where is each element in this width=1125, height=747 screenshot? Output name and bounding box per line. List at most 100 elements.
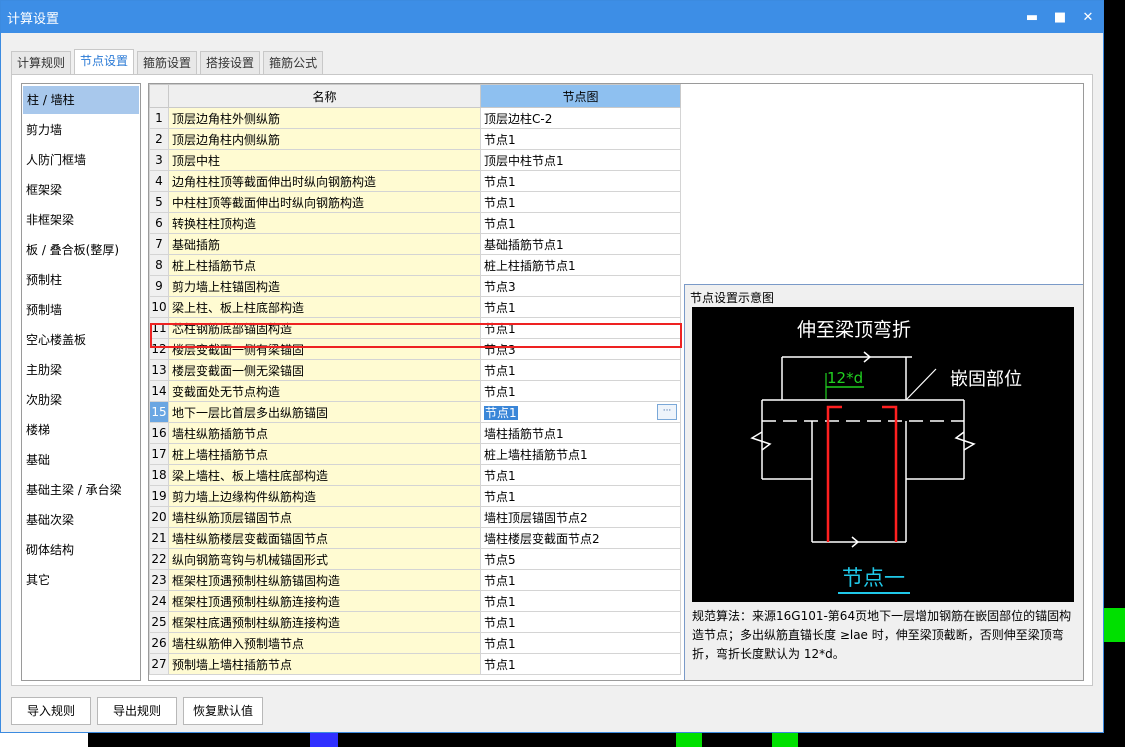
row-node-value[interactable]: 节点5: [480, 548, 681, 570]
table-row[interactable]: 10 梁上柱、板上柱底部构造 节点1: [149, 296, 681, 318]
tab-node-settings[interactable]: 节点设置: [74, 49, 135, 75]
table-row[interactable]: 4 边角柱柱顶等截面伸出时纵向钢筋构造 节点1: [149, 170, 681, 192]
row-node-value[interactable]: 节点1: [480, 611, 681, 633]
component-type-list[interactable]: 柱 / 墙柱 剪力墙 人防门框墙 框架梁 非框架梁板 / 叠合板(整厚) 预制柱 预制墙 空心…: [21, 83, 141, 681]
maximize-icon[interactable]: ■: [1053, 10, 1067, 25]
table-row[interactable]: 5 中柱柱顶等截面伸出时纵向钢筋构造 节点1: [149, 191, 681, 213]
row-number: 1: [149, 107, 169, 129]
row-number: 2: [149, 128, 169, 150]
sidebar-item[interactable]: 砌体结构: [22, 536, 140, 564]
table-row[interactable]: 25 框架柱底遇预制柱纵筋连接构造 节点1: [149, 611, 681, 633]
table-row[interactable]: 12 楼层变截面一侧有梁锚固 节点3: [149, 338, 681, 360]
row-name: 楼层变截面一侧有梁锚固: [168, 338, 481, 360]
sidebar-item[interactable]: 其它: [22, 566, 140, 594]
sidebar-item[interactable]: 楼梯: [22, 416, 140, 444]
row-node-value[interactable]: 节点1: [480, 212, 681, 234]
sidebar-item[interactable]: 非框架梁: [22, 206, 140, 234]
row-node-value[interactable]: 节点1: [480, 653, 681, 675]
table-row[interactable]: 8 桩上柱插筋节点 桩上柱插筋节点1: [149, 254, 681, 276]
sidebar-item[interactable]: 预制柱: [22, 266, 140, 294]
row-node-value[interactable]: 节点1: [480, 590, 681, 612]
table-row[interactable]: 7 基础插筋 基础插筋节点1: [149, 233, 681, 255]
table-row[interactable]: 11 芯柱钢筋底部锚固构造 节点1: [149, 317, 681, 339]
table-row[interactable]: 15 地下一层比首层多出纵筋锚固 节点1 ···: [149, 401, 681, 423]
row-node-value[interactable]: 桩上柱插筋节点1: [480, 254, 681, 276]
diagram-column-header[interactable]: 节点图: [480, 84, 681, 108]
row-node-value[interactable]: 基础插筋节点1: [480, 233, 681, 255]
sidebar-item[interactable]: 次肋梁: [22, 386, 140, 414]
tab-stirrup-settings[interactable]: 箍筋设置: [137, 51, 198, 75]
row-node-value[interactable]: 节点1: [480, 191, 681, 213]
table-row[interactable]: 22 纵向钢筋弯钩与机械锚固形式 节点5: [149, 548, 681, 570]
selected-node-value[interactable]: 节点1: [484, 405, 518, 420]
row-node-value[interactable]: 节点1: [480, 128, 681, 150]
row-number: 24: [149, 590, 169, 612]
row-node-value[interactable]: 节点1 ···: [480, 401, 681, 423]
table-row[interactable]: 18 梁上墙柱、板上墙柱底部构造 节点1: [149, 464, 681, 486]
node-settings-grid[interactable]: 名称 节点图 1 顶层边角柱外侧纵筋 顶层边柱C-2 2 顶层边角柱内侧纵筋 节点1 3 顶层…: [148, 83, 1084, 681]
sidebar-item[interactable]: 剪力墙: [22, 116, 140, 144]
row-node-value[interactable]: 墙柱插筋节点1: [480, 422, 681, 444]
tab-lap-settings[interactable]: 搭接设置: [200, 51, 261, 75]
sidebar-item[interactable]: 基础: [22, 446, 140, 474]
restore-defaults-button[interactable]: 恢复默认值: [183, 697, 263, 725]
sidebar-item[interactable]: 主肋梁: [22, 356, 140, 384]
row-node-value[interactable]: 桩上墙柱插筋节点1: [480, 443, 681, 465]
row-node-value[interactable]: 节点1: [480, 464, 681, 486]
table-row[interactable]: 3 顶层中柱 顶层中柱节点1: [149, 149, 681, 171]
row-name: 框架柱顶遇预制柱纵筋连接构造: [168, 590, 481, 612]
export-rules-button[interactable]: 导出规则: [97, 697, 177, 725]
row-node-value[interactable]: 节点1: [480, 317, 681, 339]
ellipsis-button[interactable]: ···: [657, 404, 677, 420]
node-table: 名称 节点图 1 顶层边角柱外侧纵筋 顶层边柱C-2 2 顶层边角柱内侧纵筋 节点1 3 顶层…: [149, 84, 681, 675]
tab-calc-rules[interactable]: 计算规则: [11, 51, 72, 75]
row-node-value[interactable]: 节点1: [480, 485, 681, 507]
row-node-value[interactable]: 节点1: [480, 380, 681, 402]
row-node-value[interactable]: 顶层边柱C-2: [480, 107, 681, 129]
close-icon[interactable]: ✕: [1081, 10, 1095, 25]
row-node-value[interactable]: 节点1: [480, 632, 681, 654]
row-node-value[interactable]: 节点1: [480, 296, 681, 318]
title-bar[interactable]: 计算设置 ▬ ■ ✕: [1, 1, 1103, 33]
node-diagram-panel: 节点设置示意图 伸至梁顶弯折 12*d 嵌固部位 节点一 规范算法：来源16G1…: [684, 284, 1083, 680]
row-number: 12: [149, 338, 169, 360]
node-settings-panel: 柱 / 墙柱 剪力墙 人防门框墙 框架梁 非框架梁板 / 叠合板(整厚) 预制柱 预制墙 空心…: [11, 74, 1093, 686]
minimize-icon[interactable]: ▬: [1025, 10, 1039, 25]
sidebar-item[interactable]: 空心楼盖板: [22, 326, 140, 354]
row-node-value[interactable]: 节点1: [480, 569, 681, 591]
row-number: 20: [149, 506, 169, 528]
row-node-value[interactable]: 节点1: [480, 359, 681, 381]
row-node-value[interactable]: 墙柱楼层变截面节点2: [480, 527, 681, 549]
row-name: 顶层边角柱内侧纵筋: [168, 128, 481, 150]
table-row[interactable]: 21 墙柱纵筋楼层变截面锚固节点 墙柱楼层变截面节点2: [149, 527, 681, 549]
row-node-value[interactable]: 节点3: [480, 275, 681, 297]
table-row[interactable]: 17 桩上墙柱插筋节点 桩上墙柱插筋节点1: [149, 443, 681, 465]
sidebar-item[interactable]: 板 / 叠合板(整厚): [22, 236, 140, 264]
sidebar-item[interactable]: 人防门框墙: [22, 146, 140, 174]
table-row[interactable]: 27 预制墙上墙柱插筋节点 节点1: [149, 653, 681, 675]
table-row[interactable]: 2 顶层边角柱内侧纵筋 节点1: [149, 128, 681, 150]
table-row[interactable]: 9 剪力墙上柱锚固构造 节点3: [149, 275, 681, 297]
sidebar-item[interactable]: 基础次梁: [22, 506, 140, 534]
table-row[interactable]: 26 墙柱纵筋伸入预制墙节点 节点1: [149, 632, 681, 654]
table-row[interactable]: 1 顶层边角柱外侧纵筋 顶层边柱C-2: [149, 107, 681, 129]
tab-stirrup-formula[interactable]: 箍筋公式: [263, 51, 324, 75]
sidebar-item[interactable]: 柱 / 墙柱: [23, 86, 139, 114]
row-node-value[interactable]: 节点1: [480, 170, 681, 192]
sidebar-item[interactable]: 预制墙: [22, 296, 140, 324]
sidebar-item[interactable]: 框架梁: [22, 176, 140, 204]
row-node-value[interactable]: 墙柱顶层锚固节点2: [480, 506, 681, 528]
table-row[interactable]: 16 墙柱纵筋插筋节点 墙柱插筋节点1: [149, 422, 681, 444]
table-row[interactable]: 19 剪力墙上边缘构件纵筋构造 节点1: [149, 485, 681, 507]
row-node-value[interactable]: 节点3: [480, 338, 681, 360]
table-row[interactable]: 13 楼层变截面一侧无梁锚固 节点1: [149, 359, 681, 381]
row-name: 墙柱纵筋楼层变截面锚固节点: [168, 527, 481, 549]
sidebar-item[interactable]: 基础主梁 / 承台梁: [22, 476, 140, 504]
row-node-value[interactable]: 顶层中柱节点1: [480, 149, 681, 171]
import-rules-button[interactable]: 导入规则: [11, 697, 91, 725]
table-row[interactable]: 20 墙柱纵筋顶层锚固节点 墙柱顶层锚固节点2: [149, 506, 681, 528]
table-row[interactable]: 6 转换柱柱顶构造 节点1: [149, 212, 681, 234]
table-row[interactable]: 24 框架柱顶遇预制柱纵筋连接构造 节点1: [149, 590, 681, 612]
table-row[interactable]: 23 框架柱顶遇预制柱纵筋锚固构造 节点1: [149, 569, 681, 591]
table-row[interactable]: 14 变截面处无节点构造 节点1: [149, 380, 681, 402]
